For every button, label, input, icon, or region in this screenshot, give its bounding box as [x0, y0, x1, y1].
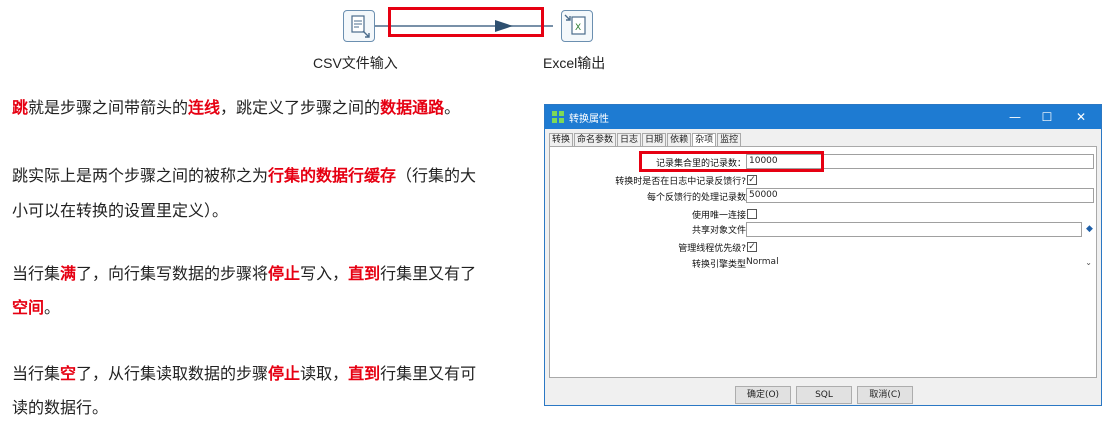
- csv-step-label: CSV文件输入: [313, 55, 398, 71]
- paragraph-empty-line1: 当行集空了，从行集读取数据的步骤停止读取，直到行集里又有可: [12, 360, 476, 388]
- highlighted-term: 满: [60, 264, 77, 283]
- transformation-properties-dialog: 转换属性 — ☐ ✕ 转换 命名参数 日志 日期 依赖 杂项 监控 记录集合里的…: [544, 104, 1102, 406]
- tab-named-params[interactable]: 命名参数: [574, 133, 617, 147]
- excel-step-label: Excel输出: [543, 55, 606, 71]
- highlighted-term: 直到: [348, 264, 381, 283]
- unique-connection-checkbox[interactable]: [747, 209, 757, 219]
- tab-transformation[interactable]: 转换: [549, 133, 574, 147]
- feedback-size-input[interactable]: 50000: [746, 188, 1094, 203]
- dialog-title: 转换属性: [569, 113, 609, 125]
- ok-button[interactable]: 确定(O): [735, 386, 791, 404]
- text-run: （行集的大: [396, 166, 477, 185]
- csv-file-icon: [343, 10, 375, 42]
- highlighted-term: 直到: [348, 364, 381, 383]
- paragraph-empty-line2: 读的数据行。: [12, 394, 108, 422]
- paragraph-rowset-line1: 跳实际上是两个步骤之间的被称之为行集的数据行缓存（行集的大: [12, 162, 476, 190]
- paragraph-full-line2: 空间。: [12, 294, 60, 322]
- rowset-size-highlight-frame: [639, 151, 824, 172]
- highlighted-term: 数据通路: [380, 98, 445, 117]
- variable-diamond-icon[interactable]: ◆: [1086, 224, 1093, 234]
- text-run: 行集里又有了: [380, 264, 477, 283]
- unique-connection-label: 使用唯一连接: [691, 211, 746, 221]
- close-button[interactable]: ✕: [1065, 105, 1097, 129]
- highlighted-term: 空间: [12, 298, 45, 317]
- highlighted-term: 停止: [268, 264, 301, 283]
- paragraph-rowset-line2: 小可以在转换的设置里定义）。: [12, 197, 228, 225]
- excel-file-icon: X: [561, 10, 593, 42]
- sql-button[interactable]: SQL: [796, 386, 852, 404]
- svg-text:X: X: [575, 23, 581, 33]
- hop-highlight-frame: [388, 7, 544, 37]
- highlighted-term: 停止: [268, 364, 301, 383]
- text-run: 读的数据行。: [12, 398, 109, 417]
- paragraph-full-line1: 当行集满了，向行集写数据的步骤将停止写入，直到行集里又有了: [12, 260, 476, 288]
- highlighted-term: 连线: [188, 98, 221, 117]
- highlighted-term: 空: [60, 364, 77, 383]
- tab-log[interactable]: 日志: [617, 133, 642, 147]
- text-run: 当行集: [12, 264, 61, 283]
- minimize-button[interactable]: —: [999, 105, 1031, 129]
- text-run: 就是步骤之间带箭头的: [28, 98, 189, 117]
- text-run: 跳实际上是两个步骤之间的被称之为: [12, 166, 269, 185]
- tab-dates[interactable]: 日期: [642, 133, 667, 147]
- text-run: 。: [44, 298, 61, 317]
- text-run: 小可以在转换的设置里定义）。: [12, 201, 229, 220]
- shared-objects-input[interactable]: [746, 222, 1082, 237]
- highlighted-term: 行集的数据行缓存: [268, 166, 397, 185]
- text-run: 行集里又有可: [380, 364, 477, 383]
- text-run: 读取，: [300, 364, 349, 383]
- tab-monitoring[interactable]: 监控: [717, 133, 742, 147]
- thread-priority-checkbox[interactable]: ✓: [747, 242, 757, 252]
- text-run: 。: [444, 98, 461, 117]
- text-run: ，跳定义了步骤之间的: [220, 98, 381, 117]
- highlighted-term: 跳: [12, 98, 29, 117]
- kettle-app-icon: [552, 111, 564, 123]
- engine-type-label: 转换引擎类型: [691, 260, 746, 270]
- tab-misc[interactable]: 杂项: [692, 133, 717, 147]
- log-feedback-label: 转换时是否在日志中记录反馈行?: [615, 177, 746, 187]
- text-run: 写入，: [300, 264, 349, 283]
- tab-dependencies[interactable]: 依赖: [667, 133, 692, 147]
- text-run: 了，从行集读取数据的步骤: [76, 364, 269, 383]
- paragraph-hop-definition: 跳就是步骤之间带箭头的连线，跳定义了步骤之间的数据通路。: [12, 94, 460, 122]
- chevron-down-icon: ⌄: [1085, 258, 1092, 267]
- text-run: 当行集: [12, 364, 61, 383]
- dialog-tabs: 转换 命名参数 日志 日期 依赖 杂项 监控: [549, 133, 742, 147]
- maximize-button[interactable]: ☐: [1031, 105, 1063, 129]
- text-run: 了，向行集写数据的步骤将: [76, 264, 269, 283]
- shared-objects-label: 共享对象文件: [691, 226, 746, 236]
- log-feedback-checkbox[interactable]: ✓: [747, 175, 757, 185]
- misc-tab-panel: 记录集合里的记录数： 10000 转换时是否在日志中记录反馈行? ✓ 每个反馈行…: [549, 146, 1097, 378]
- engine-type-value: Normal: [746, 257, 779, 267]
- feedback-size-label: 每个反馈行的处理记录数: [646, 193, 746, 203]
- thread-priority-label: 管理线程优先级?: [678, 244, 746, 254]
- engine-type-select[interactable]: Normal ⌄: [746, 255, 1094, 270]
- cancel-button[interactable]: 取消(C): [857, 386, 913, 404]
